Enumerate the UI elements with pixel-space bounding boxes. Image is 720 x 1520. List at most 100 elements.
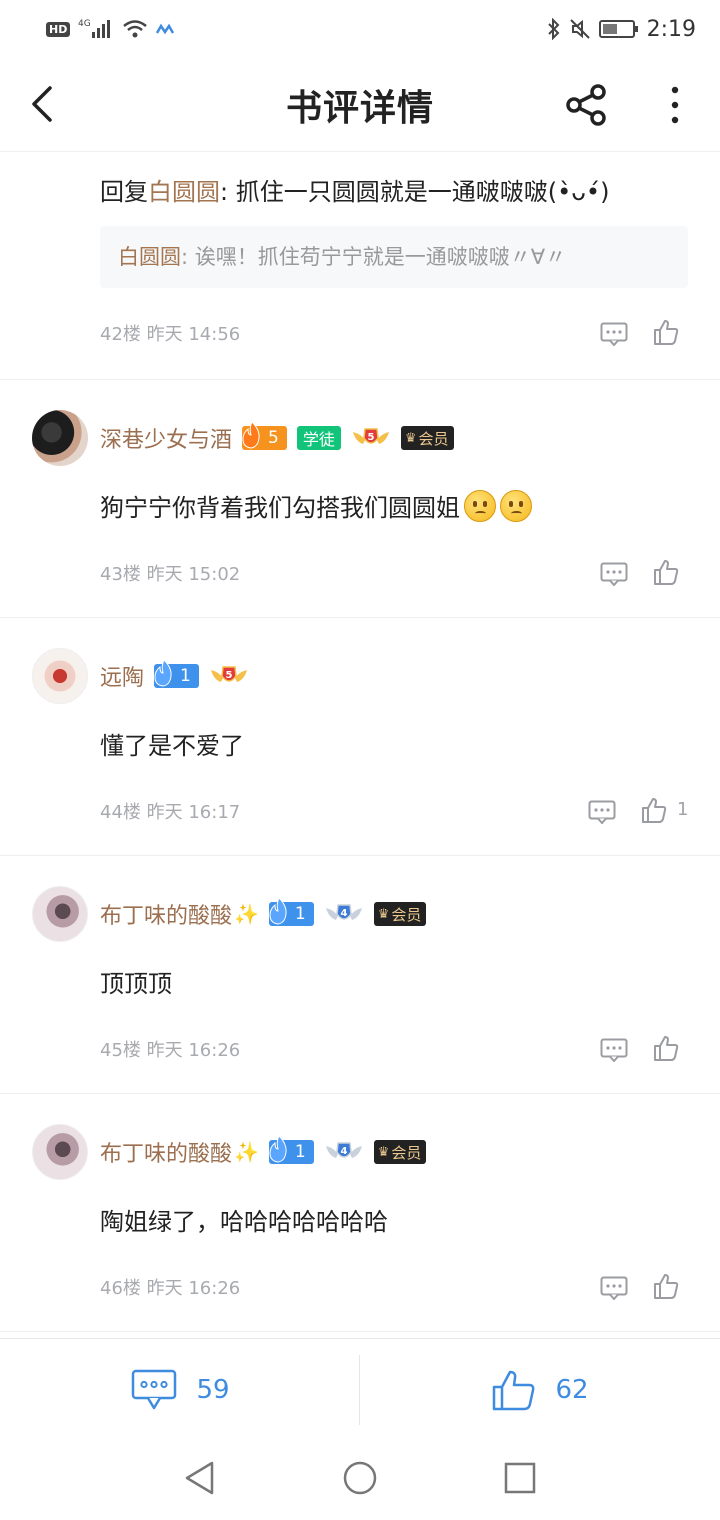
sparkle-icon: ✨ [234, 1140, 259, 1164]
reply-comment-icon[interactable] [600, 322, 628, 346]
sparkle-icon: ✨ [234, 902, 259, 926]
back-triangle-icon[interactable] [182, 1460, 218, 1496]
back-arrow-icon[interactable] [22, 80, 66, 128]
comment-icon [132, 1369, 177, 1410]
thumbs-up-icon[interactable] [652, 318, 680, 346]
comment-text: 懂了是不爱了 [100, 726, 244, 761]
vip-label: 会员 [418, 429, 449, 448]
system-nav-bar [0, 1440, 720, 1520]
vip-label: 会员 [391, 1143, 422, 1162]
comment-list[interactable]: 回复白圆圆: 抓住一只圆圆就是一通啵啵啵(•̀ᴗ•́) 白圆圆: 诶嘿！抓住苟宁… [0, 152, 720, 1338]
reply-comment-icon[interactable] [600, 562, 628, 586]
status-right: 2:19 [547, 17, 696, 42]
floor-time: 45楼 昨天 16:26 [100, 1040, 241, 1061]
user-row: 布丁味的酸酸 ✨ 1 4 ♛ 会员 [100, 897, 427, 930]
quote-author[interactable]: 白圆圆 [118, 245, 181, 269]
floor-time: 44楼 昨天 16:17 [100, 802, 241, 823]
crown-icon: ♛ [377, 1144, 390, 1160]
reply-target-link[interactable]: 白圆圆 [148, 178, 220, 206]
thumbs-up-icon [493, 1370, 535, 1411]
fire-icon [154, 659, 172, 687]
comment-text: 顶顶顶 [100, 964, 172, 999]
comment-body: 狗宁宁你背着我们勾搭我们圆圆姐 [100, 494, 460, 522]
like-button[interactable]: 62 [360, 1339, 720, 1441]
username[interactable]: 布丁味的酸酸 [100, 1136, 232, 1168]
comment-count: 59 [196, 1375, 230, 1405]
reply-item: 回复白圆圆: 抓住一只圆圆就是一通啵啵啵(•̀ᴗ•́) 白圆圆: 诶嘿！抓住苟宁… [0, 152, 720, 380]
bluetooth-icon [547, 18, 560, 40]
wing-level: 4 [340, 1146, 347, 1157]
user-row: 布丁味的酸酸 ✨ 1 4 ♛ 会员 [100, 1135, 427, 1168]
avatar[interactable] [32, 410, 88, 466]
page-title: 书评详情 [285, 86, 434, 129]
reply-comment-icon[interactable] [588, 800, 616, 824]
thumbs-up-icon[interactable] [640, 796, 668, 824]
like-count: 62 [555, 1375, 589, 1405]
signal-icon: 4G [78, 19, 111, 38]
comment-item: 远陶 1 5 懂了是不爱了 44楼 昨天 16:17 1 [0, 618, 720, 856]
fire-icon [269, 1135, 287, 1163]
comment-item: 深巷少女与酒 5 学徒 5 ♛ 会员 狗宁宁你背着我们勾搭我们圆圆姐 43楼 昨天… [0, 380, 720, 618]
thumbs-up-icon[interactable] [652, 558, 680, 586]
fire-level: 1 [294, 1142, 306, 1162]
comment-item: 布丁味的酸酸 ✨ 1 4 ♛ 会员 顶顶顶 45楼 昨天 16:26 [0, 856, 720, 1094]
thumbs-up-icon[interactable] [652, 1272, 680, 1300]
more-vertical-icon[interactable] [660, 82, 690, 128]
floor-time: 46楼 昨天 16:26 [100, 1278, 241, 1299]
hd-badge: HD [46, 21, 71, 37]
fire-level-badge: 1 [154, 659, 199, 688]
status-bar: HD 4G 2:19 [0, 0, 720, 58]
home-circle-icon[interactable] [342, 1460, 378, 1496]
vip-label: 会员 [391, 905, 422, 924]
quoted-reply[interactable]: 白圆圆: 诶嘿！抓住苟宁宁就是一通啵啵啵〃∀〃 [100, 226, 688, 288]
wing-level-badge: 5 [352, 428, 389, 444]
recents-square-icon[interactable] [502, 1460, 538, 1496]
comment-item: 布丁味的酸酸 ✨ 1 4 ♛ 会员 陶姐绿了，哈哈哈哈哈哈哈 46楼 昨天 16:… [0, 1094, 720, 1332]
bottom-action-bar: 59 62 [0, 1338, 720, 1440]
reply-comment-icon[interactable] [600, 1276, 628, 1300]
quote-text: : 诶嘿！抓住苟宁宁就是一通啵啵啵〃∀〃 [181, 245, 567, 269]
reply-prefix: 回复 [100, 178, 148, 206]
data-sync-icon [156, 23, 175, 35]
fire-level-badge: 5 [242, 421, 287, 450]
wing-level: 4 [340, 908, 347, 919]
username[interactable]: 深巷少女与酒 [100, 422, 232, 454]
avatar[interactable] [32, 1124, 88, 1180]
title-badge: 学徒 [296, 426, 341, 450]
avatar[interactable] [32, 648, 88, 704]
reply-content: : 抓住一只圆圆就是一通啵啵啵(•̀ᴗ•́) [220, 178, 610, 206]
comment-text: 陶姐绿了，哈哈哈哈哈哈哈 [100, 1202, 388, 1237]
comment-body: 顶顶顶 [100, 970, 172, 998]
wing-level: 5 [225, 670, 232, 681]
fire-level: 5 [268, 428, 279, 448]
wing-level-badge: 5 [210, 666, 247, 682]
comment-body: 陶姐绿了，哈哈哈哈哈哈哈 [100, 1208, 388, 1236]
avatar[interactable] [32, 886, 88, 942]
thumbs-up-icon[interactable] [652, 1034, 680, 1062]
reply-text: 回复白圆圆: 抓住一只圆圆就是一通啵啵啵(•̀ᴗ•́) [100, 172, 609, 207]
fire-level-badge: 1 [268, 1135, 314, 1164]
crown-icon: ♛ [377, 906, 390, 922]
comment-text: 狗宁宁你背着我们勾搭我们圆圆姐 [100, 488, 532, 523]
status-left: HD 4G [46, 18, 175, 40]
header: 书评详情 [0, 58, 720, 152]
share-icon[interactable] [562, 82, 614, 128]
username[interactable]: 布丁味的酸酸 [100, 898, 232, 930]
confused-emoji-icon [464, 489, 496, 522]
comment-button[interactable]: 59 [0, 1339, 360, 1441]
comment-body: 懂了是不爱了 [100, 732, 244, 760]
vip-badge: ♛ 会员 [373, 1140, 427, 1164]
like-count: 1 [677, 799, 689, 820]
wing-level: 5 [367, 432, 374, 443]
floor-time: 43楼 昨天 15:02 [100, 564, 241, 585]
reply-comment-icon[interactable] [600, 1038, 628, 1062]
fire-icon [242, 421, 260, 449]
crown-icon: ♛ [404, 430, 417, 446]
network-label: 4G [78, 19, 91, 29]
wing-level-badge: 4 [325, 904, 362, 920]
user-row: 远陶 1 5 [100, 659, 249, 692]
username[interactable]: 远陶 [100, 660, 144, 692]
user-row: 深巷少女与酒 5 学徒 5 ♛ 会员 [100, 421, 454, 454]
mute-icon [569, 19, 590, 39]
vip-badge: ♛ 会员 [400, 426, 454, 450]
